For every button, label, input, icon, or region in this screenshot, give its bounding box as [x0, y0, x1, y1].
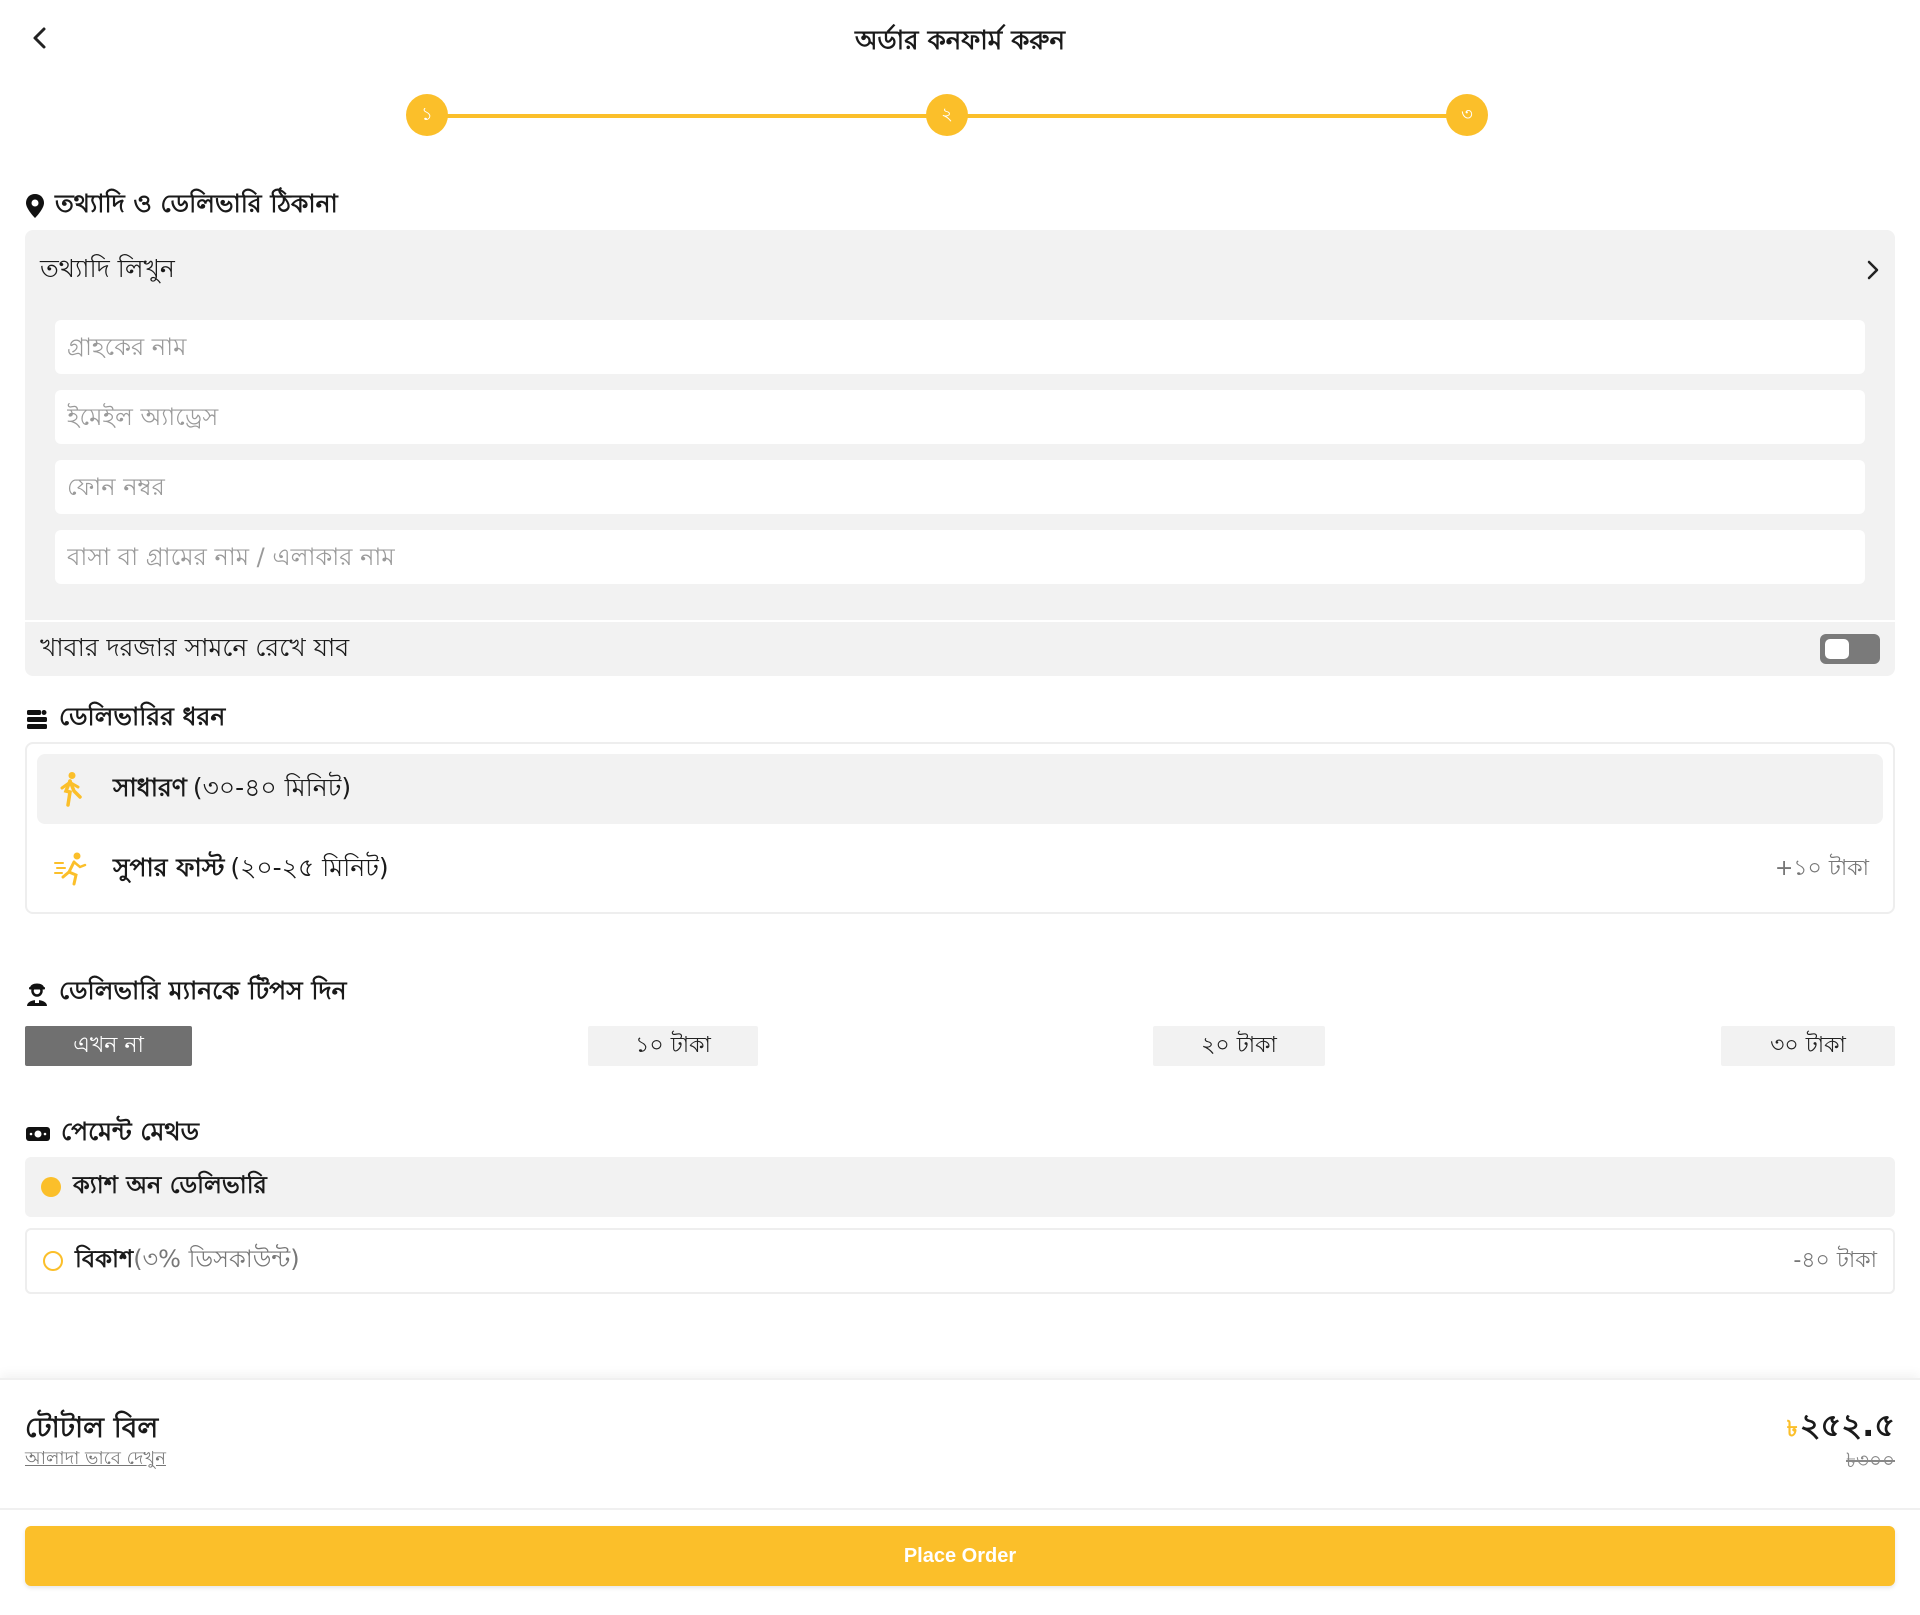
- tip-option-20[interactable]: ২০ টাকা: [1153, 1026, 1325, 1066]
- payment-option-name: ক্যাশ অন ডেলিভারি: [73, 1171, 267, 1199]
- currency-symbol: ৳: [1786, 1417, 1798, 1442]
- payment-section-heading: পেমেন্ট মেথড: [25, 1112, 199, 1155]
- running-person-icon: [51, 849, 91, 889]
- delivery-options-card: সাধারণ (৩০-৪০ মিনিট) সুপার ফাস্ট (২০-২৫ …: [25, 742, 1895, 914]
- walking-person-icon: [51, 769, 91, 809]
- view-separately-link[interactable]: আলাদা ভাবে দেখুন: [25, 1444, 166, 1475]
- cash-icon: [26, 1126, 50, 1141]
- original-total: ৳৩০০: [1846, 1448, 1895, 1472]
- tips-section-heading: ডেলিভারি ম্যানকে টিপস দিন: [25, 971, 347, 1014]
- address-field[interactable]: [55, 530, 1865, 584]
- delivery-option-super-fast[interactable]: সুপার ফাস্ট (২০-২৫ মিনিট) +১০ টাকা: [37, 834, 1883, 904]
- page-title: অর্ডার কনফার্ম করুন: [855, 26, 1065, 56]
- delivery-man-icon: [27, 983, 47, 1006]
- payment-option-bkash[interactable]: বিকাশ (৩% ডিসকাউন্ট) -৪০ টাকা: [25, 1228, 1895, 1294]
- payment-option-cash-on-delivery[interactable]: ক্যাশ অন ডেলিভারি: [25, 1157, 1895, 1217]
- place-order-button[interactable]: Place Order: [25, 1526, 1895, 1586]
- delivery-option-regular[interactable]: সাধারণ (৩০-৪০ মিনিট): [37, 754, 1883, 824]
- email-field[interactable]: [55, 390, 1865, 444]
- location-pin-icon: [26, 193, 44, 218]
- step-2: ২: [926, 94, 968, 136]
- phone-field[interactable]: [55, 460, 1865, 514]
- tip-option-10[interactable]: ১০ টাকা: [588, 1026, 758, 1066]
- step-3: ৩: [1446, 94, 1488, 136]
- tip-options: এখন না ১০ টাকা ২০ টাকা ৩০ টাকা: [25, 1026, 1895, 1066]
- payment-option-note: (৩% ডিসকাউন্ট): [133, 1245, 300, 1273]
- delivery-section-heading: ডেলিভারির ধরন: [25, 697, 225, 740]
- tip-option-30[interactable]: ৩০ টাকা: [1721, 1026, 1895, 1066]
- delivery-option-detail: (২০-২৫ মিনিট): [230, 852, 389, 882]
- delivery-option-name: সুপার ফাস্ট: [113, 852, 225, 882]
- header: অর্ডার কনফার্ম করুন: [0, 0, 1920, 76]
- payment-section-title: পেমেন্ট মেথড: [61, 1117, 200, 1146]
- leave-at-door-toggle[interactable]: [1820, 634, 1880, 664]
- delivery-section-title: ডেলিভারির ধরন: [59, 702, 226, 731]
- order-footer: টোটাল বিল আলাদা ভাবে দেখুন ৳ ২৫২.৫ ৳৩০০ …: [0, 1378, 1920, 1615]
- chevron-right-icon: [1867, 260, 1879, 280]
- payment-option-name: বিকাশ: [75, 1245, 134, 1273]
- customer-info-card: তথ্যাদি লিখুন খাবার দরজার সামনে রেখে যাব: [25, 230, 1895, 676]
- payment-option-extra: -৪০ টাকা: [1793, 1247, 1877, 1273]
- leave-at-door-label: খাবার দরজার সামনে রেখে যাব: [40, 632, 350, 662]
- stack-icon: [27, 709, 47, 729]
- tip-option-none[interactable]: এখন না: [25, 1026, 192, 1066]
- delivery-option-name: সাধারণ: [113, 772, 187, 802]
- tips-section-title: ডেলিভারি ম্যানকে টিপস দিন: [59, 976, 347, 1005]
- customer-name-field[interactable]: [55, 320, 1865, 374]
- progress-stepper: ১ ২ ৩: [406, 94, 1488, 138]
- step-1: ১: [406, 94, 448, 136]
- info-row-label: তথ্যাদি লিখুন: [40, 253, 175, 283]
- footer-divider: [0, 1508, 1920, 1510]
- toggle-knob: [1825, 639, 1849, 659]
- radio-unselected: [43, 1251, 63, 1271]
- delivery-option-extra: +১০ টাকা: [1774, 855, 1869, 881]
- info-row[interactable]: তথ্যাদি লিখুন: [40, 250, 1880, 290]
- address-section-heading: তথ্যাদি ও ডেলিভারি ঠিকানা: [25, 184, 338, 227]
- delivery-option-detail: (৩০-৪০ মিনিট): [192, 772, 352, 802]
- leave-at-door-row: খাবার দরজার সামনে রেখে যাব: [40, 622, 1880, 676]
- address-section-title: তথ্যাদি ও ডেলিভারি ঠিকানা: [55, 189, 338, 218]
- radio-selected: [41, 1177, 61, 1197]
